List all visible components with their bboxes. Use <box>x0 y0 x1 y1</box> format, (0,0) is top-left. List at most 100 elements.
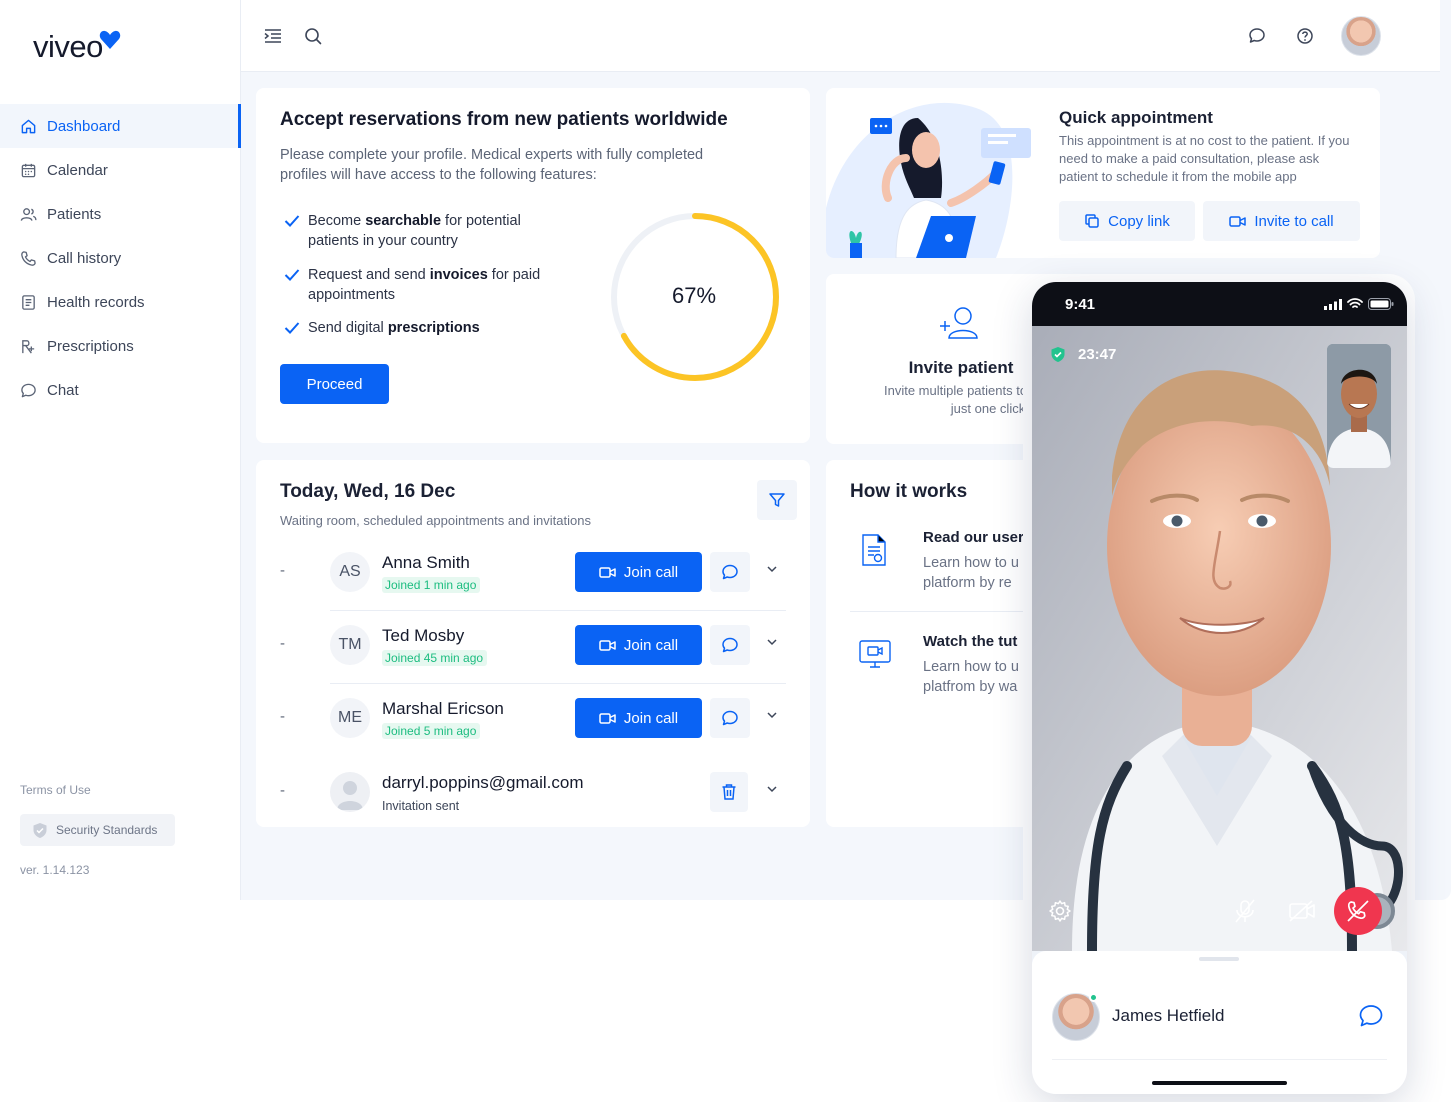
user-avatar[interactable] <box>1341 16 1381 56</box>
sheet-divider <box>1052 1059 1387 1060</box>
chat-icon <box>722 637 738 653</box>
quick-title: Quick appointment <box>1059 108 1213 127</box>
sidebar: viveo Dashboard Calendar Patients Call h… <box>0 0 241 900</box>
search-icon[interactable] <box>303 26 323 46</box>
sidebar-item-label: Patients <box>47 205 102 223</box>
join-call-button[interactable]: Join call <box>575 625 702 665</box>
sidebar-item-label: Prescriptions <box>47 337 134 355</box>
main-nav: Dashboard Calendar Patients Call history… <box>0 104 241 412</box>
how-item-title: Read our user <box>923 529 1024 546</box>
feature-item: Request and send invoices for paid appoi… <box>284 265 574 305</box>
how-item-description: Learn how to u platform by re <box>923 555 1019 591</box>
messages-icon[interactable] <box>1247 26 1267 46</box>
status-badge: Joined 5 min ago <box>382 723 481 739</box>
message-button[interactable] <box>710 625 750 665</box>
caller-name: James Hetfield <box>1112 1006 1225 1025</box>
sidebar-item-chat[interactable]: Chat <box>0 368 241 412</box>
menu-toggle-icon[interactable] <box>263 26 283 46</box>
sidebar-item-dashboard[interactable]: Dashboard <box>0 104 241 148</box>
feature-text: Send digital prescriptions <box>308 320 480 336</box>
chat-icon[interactable] <box>1358 1003 1384 1029</box>
filter-button[interactable] <box>757 480 797 520</box>
guide-document-icon <box>862 534 886 566</box>
sidebar-item-health-records[interactable]: Health records <box>0 280 241 324</box>
version-text: ver. 1.14.123 <box>20 863 90 877</box>
accept-title: Accept reservations from new patients wo… <box>280 109 728 130</box>
call-settings-icon[interactable] <box>1048 899 1072 923</box>
logo-text: viveo <box>33 29 103 64</box>
sidebar-item-calendar[interactable]: Calendar <box>0 148 241 192</box>
shield-icon <box>33 822 47 838</box>
video-camera-icon <box>599 639 616 651</box>
status-badge: Joined 1 min ago <box>382 577 481 593</box>
sheet-drag-handle[interactable] <box>1199 957 1239 961</box>
online-indicator <box>1089 993 1098 1002</box>
security-standards-badge[interactable]: Security Standards <box>20 814 175 846</box>
chevron-down-icon[interactable] <box>765 562 779 576</box>
copy-link-button[interactable]: Copy link <box>1059 201 1195 241</box>
sidebar-item-call-history[interactable]: Call history <box>0 236 241 280</box>
table-row: - AS Anna Smith Joined 1 min ago Join ca… <box>280 538 786 611</box>
viveo-logo[interactable]: viveo <box>33 30 121 64</box>
self-video-preview[interactable] <box>1327 344 1391 468</box>
add-user-icon <box>940 307 978 339</box>
delete-invitation-button[interactable] <box>710 772 748 812</box>
wifi-icon <box>1347 298 1363 308</box>
invite-patient-card[interactable]: Invite patient Invite multiple patients … <box>826 274 1056 444</box>
chevron-down-icon[interactable] <box>765 708 779 722</box>
row-dash: - <box>280 708 285 725</box>
video-camera-icon <box>599 712 616 724</box>
sidebar-item-patients[interactable]: Patients <box>0 192 241 236</box>
table-row: - TM Ted Mosby Joined 45 min ago Join ca… <box>280 611 786 684</box>
mute-microphone-icon[interactable] <box>1232 898 1258 924</box>
trash-icon <box>722 784 736 800</box>
terms-link[interactable]: Terms of Use <box>20 783 175 797</box>
filter-icon <box>769 493 785 507</box>
camera-off-icon[interactable] <box>1288 900 1316 922</box>
quick-description: This appointment is at no cost to the pa… <box>1059 133 1350 184</box>
help-icon[interactable] <box>1295 26 1315 46</box>
doctor-video-feed: 23:47 <box>1032 326 1407 951</box>
patient-name: Marshal Ericson <box>382 699 504 718</box>
progress-percent: 67% <box>671 283 717 308</box>
top-bar <box>241 0 1440 72</box>
call-bottom-sheet: James Hetfield <box>1032 951 1407 1094</box>
proceed-button[interactable]: Proceed <box>280 364 389 404</box>
join-call-button[interactable]: Join call <box>575 552 702 592</box>
table-row: - ME Marshal Ericson Joined 5 min ago Jo… <box>280 684 786 757</box>
invite-to-call-button[interactable]: Invite to call <box>1203 201 1360 241</box>
sidebar-footer: Terms of Use Security Standards ver. 1.1… <box>20 783 175 877</box>
chevron-down-icon[interactable] <box>765 635 779 649</box>
heart-logo-icon <box>99 30 121 49</box>
accept-reservations-card: Accept reservations from new patients wo… <box>256 88 810 443</box>
status-badge: Joined 45 min ago <box>382 650 488 666</box>
how-title: How it works <box>850 481 968 502</box>
row-dash: - <box>280 562 285 579</box>
phone-time: 9:41 <box>1065 296 1096 313</box>
how-item-title: Watch the tut <box>923 633 1018 650</box>
chevron-down-icon[interactable] <box>765 782 779 796</box>
sidebar-item-label: Chat <box>47 381 79 399</box>
secure-shield-icon <box>1051 347 1065 362</box>
today-appointments-card: Today, Wed, 16 Dec Waiting room, schedul… <box>256 460 810 827</box>
feature-item: Become searchable for potential patients… <box>284 211 574 251</box>
message-button[interactable] <box>710 552 750 592</box>
join-call-label: Join call <box>623 709 679 727</box>
chat-icon <box>722 564 738 580</box>
sidebar-item-label: Dashboard <box>47 117 121 135</box>
message-button[interactable] <box>710 698 750 738</box>
phone-status-bar: 9:41 <box>1032 282 1407 326</box>
how-item-description: Learn how to u platfrom by wa <box>923 659 1019 695</box>
home-indicator <box>1152 1081 1287 1085</box>
patients-icon <box>20 207 37 221</box>
how-item-tutorial[interactable]: Watch the tut Learn how to u platfrom by … <box>850 633 1031 713</box>
join-call-button[interactable]: Join call <box>575 698 702 738</box>
prescription-icon <box>22 339 35 354</box>
end-call-button[interactable] <box>1334 887 1382 935</box>
quick-appointment-card: Quick appointment This appointment is at… <box>826 88 1380 258</box>
call-timer: 23:47 <box>1050 346 1116 363</box>
home-icon <box>21 119 36 133</box>
feature-text: Become searchable for potential patients… <box>308 213 521 249</box>
sidebar-item-prescriptions[interactable]: Prescriptions <box>0 324 241 368</box>
how-item-user-guide[interactable]: Read our user Learn how to u platform by … <box>850 529 1031 609</box>
